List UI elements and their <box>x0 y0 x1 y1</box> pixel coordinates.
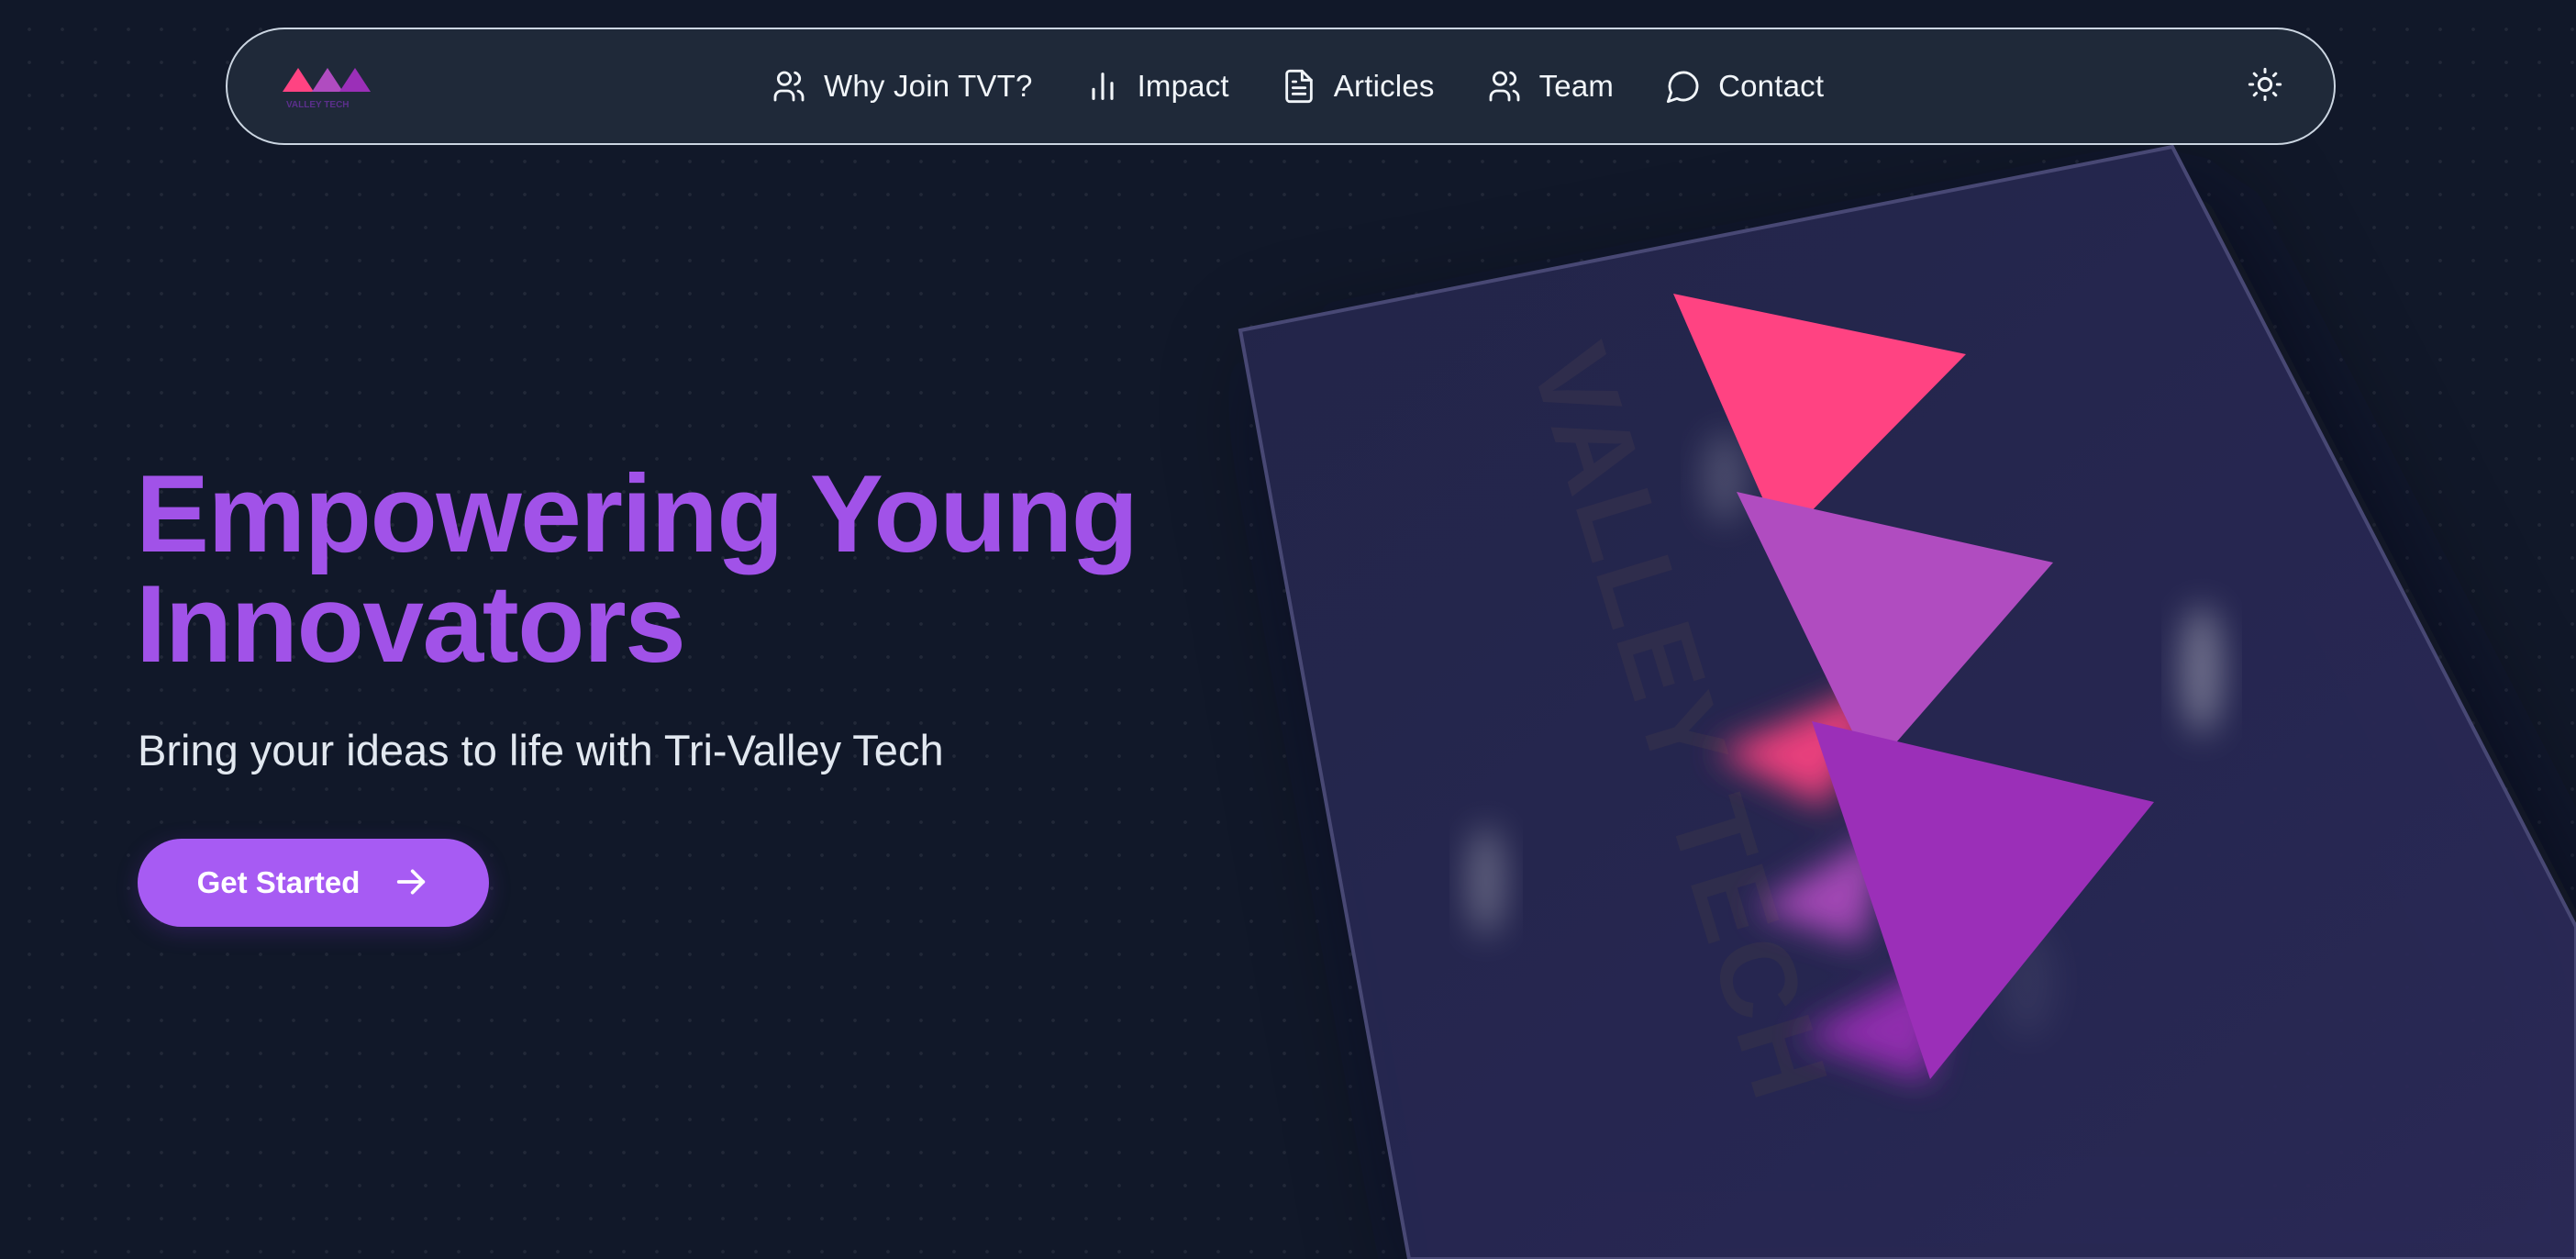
get-started-button[interactable]: Get Started <box>138 839 489 927</box>
nav-item-articles[interactable]: Articles <box>1255 54 1460 118</box>
bar-chart-icon <box>1084 68 1121 105</box>
brand-logo[interactable]: VALLEY TECH <box>281 64 382 116</box>
nav-item-team[interactable]: Team <box>1460 54 1640 118</box>
nav-item-contact[interactable]: Contact <box>1639 54 1849 118</box>
triangle-magenta <box>1737 492 2053 771</box>
triangle-pink <box>1673 294 1966 541</box>
document-icon <box>1281 68 1317 105</box>
nav-label-contact: Contact <box>1718 69 1825 103</box>
hero-title-line-1: Empowering Young <box>136 452 1138 575</box>
triangle-purple <box>1812 721 2154 1079</box>
chat-bubble-icon <box>1665 68 1702 105</box>
arrow-right-icon <box>393 863 429 903</box>
users-icon <box>1486 68 1523 105</box>
hero-title: Empowering Young Innovators <box>136 459 1292 679</box>
glass-card <box>1238 144 2576 1259</box>
users-icon <box>771 68 807 105</box>
theme-toggle-button[interactable] <box>2242 63 2288 109</box>
nav-links: Why Join TVT? Impact Articles Team Conta… <box>745 29 1849 143</box>
hero-subtitle: Bring your ideas to life with Tri-Valley… <box>138 726 944 774</box>
logo-text: VALLEY TECH <box>286 100 350 110</box>
nav-item-impact[interactable]: Impact <box>1059 54 1255 118</box>
nav-label-impact: Impact <box>1137 69 1229 103</box>
nav-item-why-join[interactable]: Why Join TVT? <box>745 54 1059 118</box>
navbar: VALLEY TECH Why Join TVT? Impact Article… <box>226 28 2336 145</box>
nav-label-why-join: Why Join TVT? <box>824 69 1033 103</box>
hero-title-line-2: Innovators <box>136 563 686 685</box>
sun-icon <box>2247 66 2283 107</box>
nav-label-team: Team <box>1538 69 1615 103</box>
get-started-label: Get Started <box>196 865 361 899</box>
card-watermark-text: VALLEY TECH <box>1507 331 1852 1115</box>
nav-label-articles: Articles <box>1333 69 1435 103</box>
